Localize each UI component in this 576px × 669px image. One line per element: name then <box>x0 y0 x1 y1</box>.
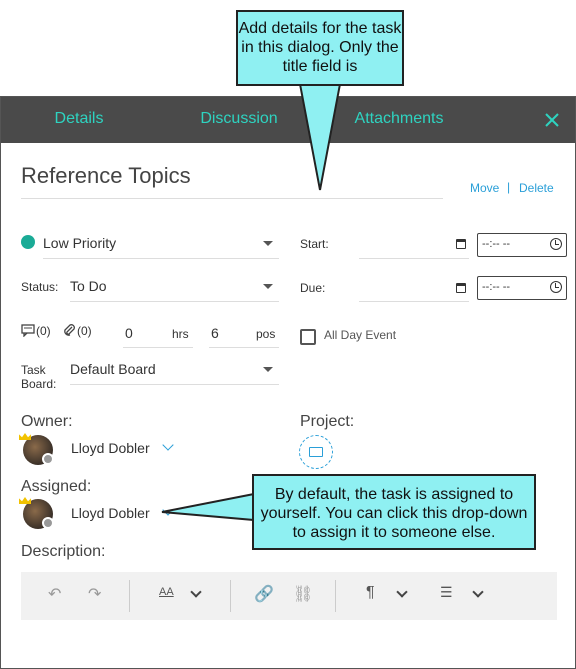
callout-top: Add details for the task in this dialog.… <box>236 10 404 86</box>
callout-arrows <box>161 83 342 522</box>
callout-bottom: By default, the task is assigned to your… <box>252 474 536 550</box>
